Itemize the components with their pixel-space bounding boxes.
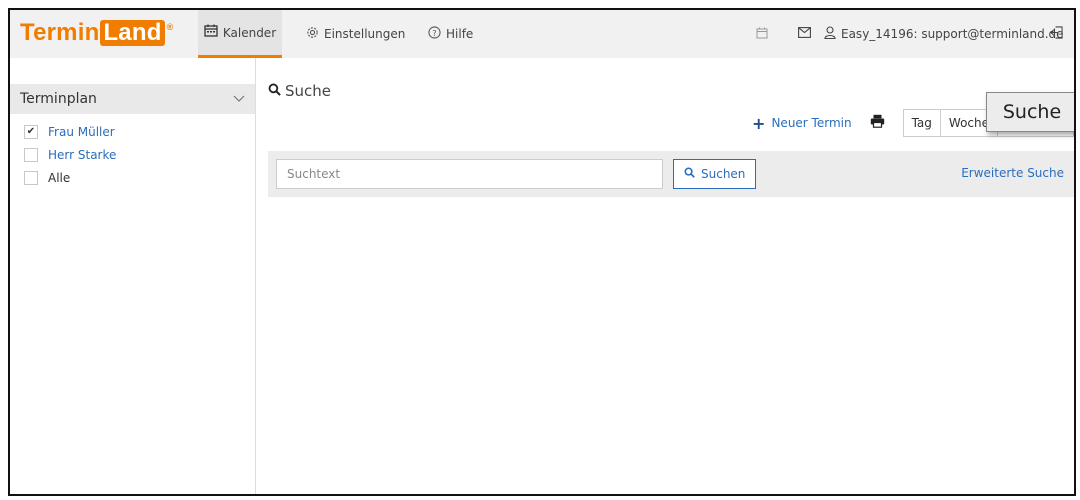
view-day-button[interactable]: Tag [903,110,940,136]
schedule-label[interactable]: Frau Müller [48,125,115,139]
app-window: Termin Land ® Kalender Einstellungen ? H… [8,8,1076,496]
search-bar: Suchen Erweiterte Suche [268,151,1074,197]
chevron-down-icon[interactable] [233,93,245,106]
terminland-logo[interactable]: Termin Land ® [20,19,174,46]
logout-button[interactable] [1050,10,1063,58]
plus-icon: + [752,113,766,133]
nav-settings[interactable]: Einstellungen [306,10,405,58]
search-icon [684,167,695,181]
schedule-list: ✔ Frau Müller Herr Starke Alle [24,120,116,189]
nav-help[interactable]: ? Hilfe [428,10,473,58]
user-account-menu[interactable]: Easy_14196: support@terminland.de [824,10,1064,58]
help-icon: ? [428,25,441,43]
nav-calendar[interactable]: Kalender [198,10,282,58]
advanced-search-link[interactable]: Erweiterte Suche [961,166,1064,180]
calendar-icon [204,24,218,41]
search-input[interactable] [276,159,663,189]
nav-settings-label: Einstellungen [324,27,406,41]
sidebar: Terminplan ✔ Frau Müller Herr Starke All… [10,58,256,494]
logo-registered-mark: ® [166,22,174,32]
calendar-date-button[interactable] [756,10,768,58]
logo-text-land: Land [100,20,165,46]
list-item[interactable]: Herr Starke [24,143,116,166]
print-icon[interactable] [870,114,885,132]
schedule-label[interactable]: Herr Starke [48,148,116,162]
main-content: Suche + Neuer Termin Tag Woche Suche Suc… [256,58,1074,494]
checkbox[interactable] [24,170,38,185]
svg-text:?: ? [432,27,436,37]
search-icon [268,82,281,100]
list-item[interactable]: ✔ Frau Müller [24,120,116,143]
user-icon [824,26,836,42]
terminplan-header[interactable]: Terminplan [10,84,255,114]
checkbox-checked[interactable]: ✔ [24,124,38,139]
schedule-label[interactable]: Alle [48,171,70,185]
logo-text-termin: Termin [20,19,100,46]
page-title-text: Suche [285,82,332,100]
list-item[interactable]: Alle [24,166,116,189]
terminplan-title: Terminplan [20,91,97,107]
messages-button[interactable] [798,10,811,58]
checkbox[interactable] [24,147,38,162]
envelope-icon [798,27,811,41]
tooltip: Suche [986,92,1074,132]
calendar-small-icon [756,27,768,42]
logout-icon [1050,26,1063,42]
search-button-label: Suchen [701,167,746,181]
page-title: Suche [268,82,331,100]
nav-help-label: Hilfe [446,27,474,41]
nav-calendar-label: Kalender [222,25,277,40]
new-appointment-label: Neuer Termin [771,116,852,130]
search-button[interactable]: Suchen [673,159,757,189]
new-appointment-button[interactable]: + Neuer Termin [752,114,852,133]
user-account-label: Easy_14196: support@terminland.de [841,27,1064,41]
gear-icon [306,26,319,43]
top-navigation: Termin Land ® Kalender Einstellungen ? H… [10,10,1074,58]
